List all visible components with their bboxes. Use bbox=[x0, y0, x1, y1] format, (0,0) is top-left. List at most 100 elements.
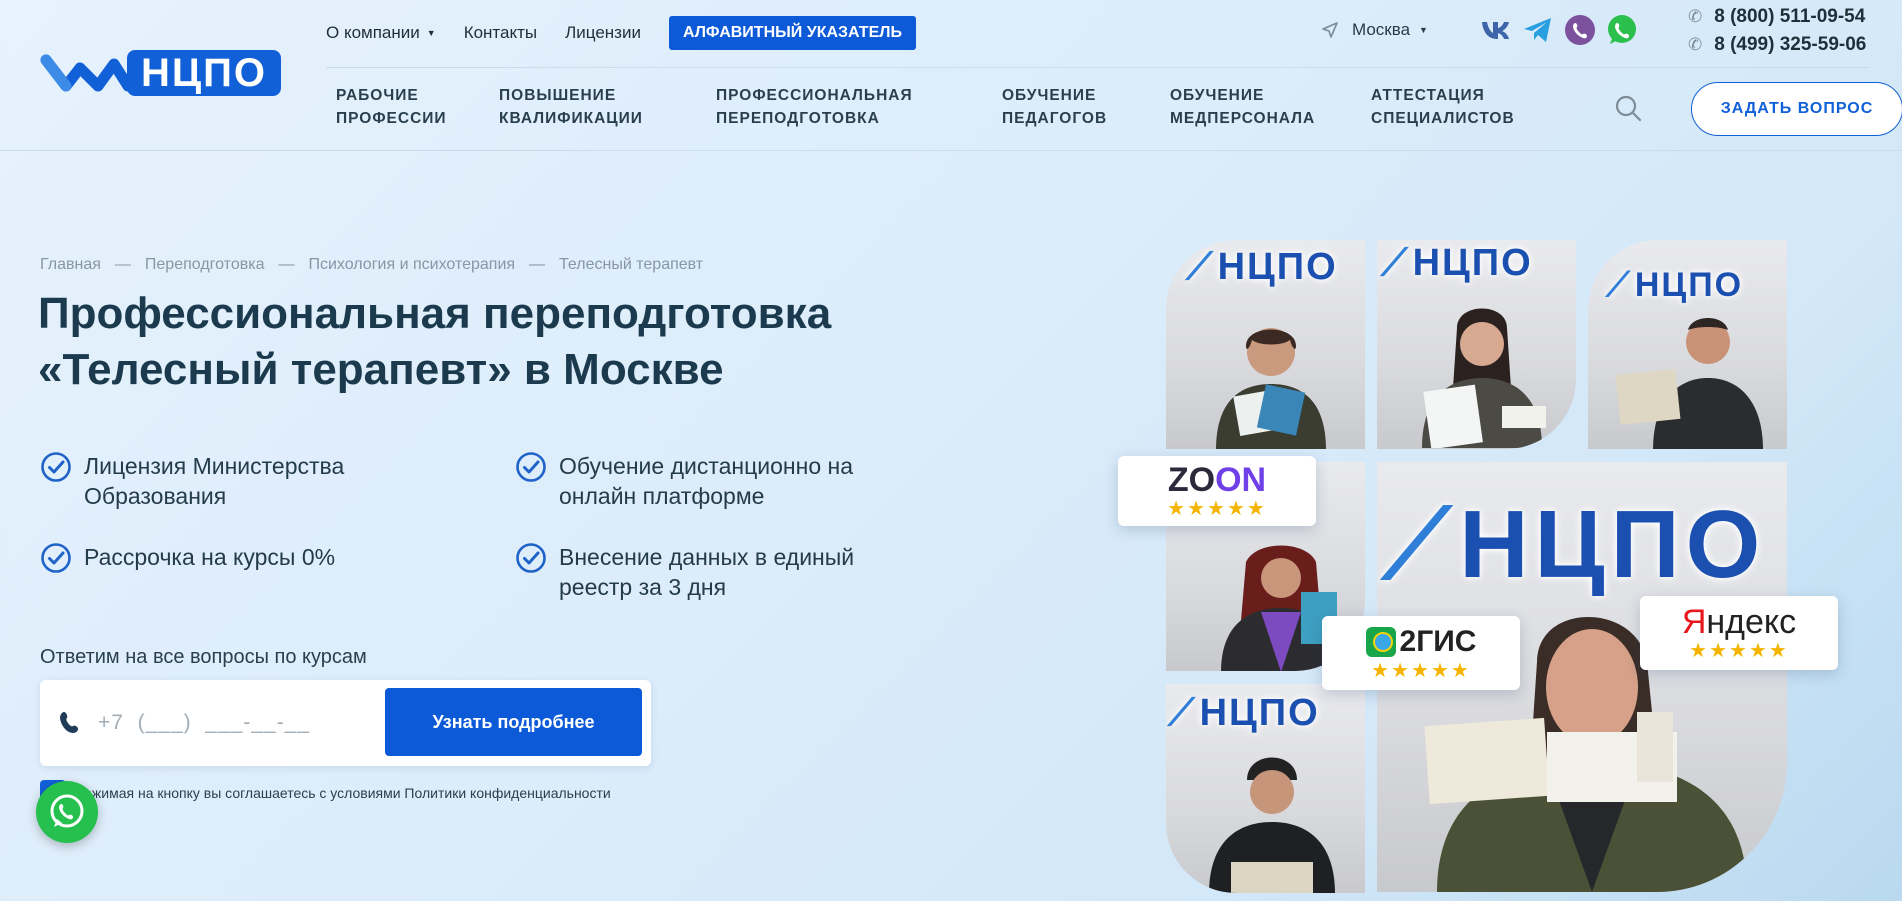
nav-label-line: ПРОФЕССИИ bbox=[336, 110, 447, 127]
graduate-figure bbox=[1615, 318, 1763, 449]
rating-stars: ★★★★★ bbox=[1689, 640, 1789, 662]
viber-icon[interactable] bbox=[1564, 14, 1596, 46]
graduate-figure bbox=[1422, 308, 1546, 448]
photo-logo: ⟋НЦПО bbox=[1383, 491, 1767, 598]
nav-certification[interactable]: АТТЕСТАЦИЯ СПЕЦИАЛИСТОВ bbox=[1371, 84, 1551, 130]
telegram-icon[interactable] bbox=[1522, 14, 1554, 46]
breadcrumb-current: Телесный терапевт bbox=[559, 256, 704, 273]
photo-logo: ⟋НЦПО bbox=[1606, 266, 1744, 304]
feature-item: Рассрочка на курсы 0% bbox=[40, 542, 440, 574]
topnav-licenses[interactable]: Лицензии bbox=[565, 23, 641, 43]
2gis-logo: 2ГИС bbox=[1365, 624, 1476, 660]
graduate-photo: ⟋НЦПО bbox=[1377, 240, 1576, 449]
nav-label-line: ПЕРЕПОДГОТОВКА bbox=[716, 110, 880, 127]
rating-stars: ★★★★★ bbox=[1371, 660, 1471, 682]
graduate-figure bbox=[1209, 757, 1335, 893]
callback-form: Узнать подробнее bbox=[40, 680, 651, 766]
city-selector[interactable]: Москва ▼ bbox=[1322, 20, 1428, 40]
nav-working-professions[interactable]: РАБОЧИЕ ПРОФЕССИИ bbox=[336, 84, 499, 130]
topnav-about-label: О компании bbox=[326, 23, 420, 42]
nav-medical[interactable]: ОБУЧЕНИЕ МЕДПЕРСОНАЛА bbox=[1170, 84, 1371, 130]
phone-number: 8 (800) 511-09-54 bbox=[1714, 6, 1866, 27]
photo-logo: ⟋НЦПО bbox=[1186, 246, 1338, 288]
breadcrumb-retraining[interactable]: Переподготовка bbox=[145, 256, 265, 274]
rating-stars: ★★★★★ bbox=[1167, 498, 1267, 520]
graduate-photo: ⟋НЦПО bbox=[1166, 240, 1365, 449]
breadcrumb-psychology[interactable]: Психология и психотерапия bbox=[308, 256, 515, 274]
feature-item: Лицензия Министерства Образования bbox=[40, 451, 440, 511]
nav-label-line: СПЕЦИАЛИСТОВ bbox=[1371, 110, 1515, 127]
main-nav: РАБОЧИЕ ПРОФЕССИИ ПОВЫШЕНИЕ КВАЛИФИКАЦИИ… bbox=[336, 84, 1551, 130]
phone-input[interactable] bbox=[98, 702, 398, 744]
nav-qualification[interactable]: ПОВЫШЕНИЕ КВАЛИФИКАЦИИ bbox=[499, 84, 716, 130]
nav-label-line: ПРОФЕССИОНАЛЬНАЯ bbox=[716, 87, 913, 104]
phone-secondary[interactable]: ✆ 8 (499) 325-59-06 bbox=[1688, 31, 1866, 59]
nav-teachers[interactable]: ОБУЧЕНИЕ ПЕДАГОГОВ bbox=[1002, 84, 1170, 130]
nav-label-line: ПЕДАГОГОВ bbox=[1002, 110, 1108, 127]
nav-label-line: ОБУЧЕНИЕ bbox=[1170, 87, 1265, 104]
form-hint: Ответим на все вопросы по курсам bbox=[40, 646, 367, 668]
top-nav: О компании ▼ Контакты Лицензии АЛФАВИТНЫ… bbox=[326, 16, 916, 50]
social-links bbox=[1480, 14, 1648, 46]
zoon-rating-badge[interactable]: ZOON ★★★★★ bbox=[1118, 456, 1316, 526]
feature-text: Обучение дистанционно на онлайн платформ… bbox=[559, 453, 853, 509]
whatsapp-chat-button[interactable] bbox=[36, 781, 98, 843]
topnav-contacts[interactable]: Контакты bbox=[464, 23, 537, 43]
breadcrumb-separator: — bbox=[278, 256, 295, 273]
privacy-consent: Нажимая на кнопку вы соглашаетесь с усло… bbox=[40, 780, 611, 806]
phone-list: ✆ 8 (800) 511-09-54 ✆ 8 (499) 325-59-06 bbox=[1688, 3, 1866, 59]
breadcrumb-separator: — bbox=[529, 256, 546, 273]
breadcrumb-home[interactable]: Главная bbox=[40, 256, 101, 274]
check-circle-icon bbox=[41, 543, 71, 573]
2gis-rating-badge[interactable]: 2ГИС ★★★★★ bbox=[1322, 616, 1520, 690]
phone-icon: ✆ bbox=[1688, 35, 1703, 54]
whatsapp-icon bbox=[50, 794, 84, 828]
photo-logo: ⟋НЦПО bbox=[1381, 242, 1533, 284]
graduate-photo: ⟋НЦПО bbox=[1588, 240, 1787, 449]
nav-label-line: ПОВЫШЕНИЕ bbox=[499, 87, 617, 104]
nav-label-line: КВАЛИФИКАЦИИ bbox=[499, 110, 643, 127]
phone-primary[interactable]: ✆ 8 (800) 511-09-54 bbox=[1688, 3, 1866, 31]
chevron-down-icon: ▼ bbox=[426, 28, 436, 38]
breadcrumb-separator: — bbox=[114, 256, 131, 273]
phone-number: 8 (499) 325-59-06 bbox=[1714, 34, 1867, 55]
graduate-photo: ⟋НЦПО bbox=[1166, 684, 1365, 893]
yandex-logo: Яндекс bbox=[1681, 603, 1797, 641]
nav-label-line: МЕДПЕРСОНАЛА bbox=[1170, 110, 1316, 127]
ask-question-button[interactable]: ЗАДАТЬ ВОПРОС bbox=[1691, 82, 1902, 136]
site-header: НЦПО О компании ▼ Контакты Лицензии АЛФА… bbox=[0, 0, 1902, 151]
whatsapp-icon[interactable] bbox=[1606, 14, 1638, 46]
nav-retraining[interactable]: ПРОФЕССИОНАЛЬНАЯ ПЕРЕПОДГОТОВКА bbox=[716, 84, 1002, 130]
feature-text: Рассрочка на курсы 0% bbox=[84, 544, 336, 570]
search-button[interactable] bbox=[1614, 94, 1642, 127]
check-circle-icon bbox=[516, 543, 546, 573]
check-circle-icon bbox=[41, 452, 71, 482]
city-label: Москва bbox=[1352, 20, 1411, 39]
graduate-figure bbox=[1216, 328, 1326, 449]
logo-mark-icon bbox=[40, 54, 134, 92]
2gis-map-icon bbox=[1365, 627, 1396, 657]
zoon-logo: ZOON bbox=[1167, 461, 1267, 499]
feature-text: Внесение данных в единый реестр за 3 дня bbox=[559, 544, 855, 600]
site-logo[interactable]: НЦПО bbox=[40, 50, 281, 96]
topnav-about[interactable]: О компании ▼ bbox=[326, 23, 436, 43]
feature-item: Внесение данных в единый реестр за 3 дня bbox=[515, 542, 915, 602]
feature-text: Лицензия Министерства Образования bbox=[84, 453, 345, 509]
page-title: Профессиональная переподготовка «Телесны… bbox=[38, 289, 832, 394]
nav-label-line: РАБОЧИЕ bbox=[336, 87, 419, 104]
breadcrumb: Главная — Переподготовка — Психология и … bbox=[40, 256, 703, 274]
photo-logo: ⟋НЦПО bbox=[1168, 692, 1320, 734]
feature-item: Обучение дистанционно на онлайн платформ… bbox=[515, 451, 915, 511]
phone-icon bbox=[60, 712, 78, 733]
vk-icon[interactable] bbox=[1480, 14, 1512, 46]
header-divider bbox=[326, 67, 1870, 68]
yandex-rating-badge[interactable]: Яндекс ★★★★★ bbox=[1640, 596, 1838, 670]
search-icon bbox=[1615, 95, 1642, 122]
alphabet-index-button[interactable]: АЛФАВИТНЫЙ УКАЗАТЕЛЬ bbox=[668, 16, 916, 50]
check-circle-icon bbox=[516, 452, 546, 482]
consent-text: Нажимая на кнопку вы соглашаетесь с усло… bbox=[74, 785, 611, 801]
location-arrow-icon bbox=[1322, 22, 1338, 38]
learn-more-button[interactable]: Узнать подробнее bbox=[385, 688, 642, 756]
nav-label-line: АТТЕСТАЦИЯ bbox=[1371, 87, 1485, 104]
phone-icon: ✆ bbox=[1688, 7, 1703, 26]
